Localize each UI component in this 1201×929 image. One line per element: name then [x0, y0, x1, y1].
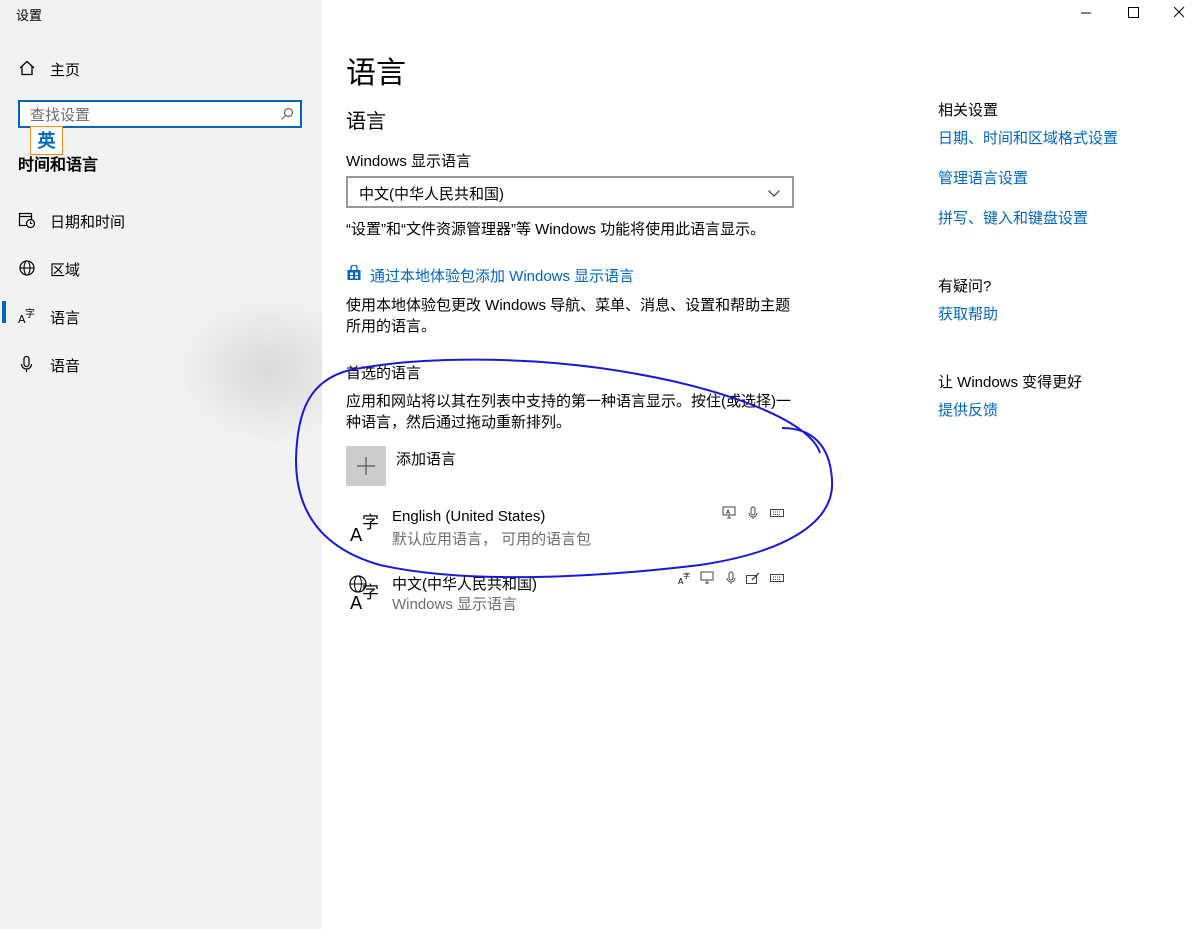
display-language-feature-icon: [700, 571, 714, 584]
svg-text:字: 字: [683, 571, 690, 580]
handwriting-feature-icon: [746, 572, 760, 584]
minimize-button[interactable]: [1064, 0, 1110, 28]
speech-feature-icon: [748, 506, 758, 519]
get-help-link[interactable]: 获取帮助: [938, 303, 998, 324]
sidebar-item-label: 主页: [50, 62, 81, 79]
close-button[interactable]: [1155, 0, 1201, 28]
active-indicator: [2, 301, 6, 323]
maximize-icon: [1128, 7, 1139, 18]
maximize-button[interactable]: [1110, 0, 1156, 28]
display-language-value: 中文(中华人民共和国): [359, 186, 504, 203]
sidebar-item-date-time[interactable]: 日期和时间: [0, 199, 322, 243]
sidebar-item-label: 语言: [50, 310, 81, 327]
sidebar-item-label: 语音: [50, 358, 81, 375]
keyboard-feature-icon: [770, 509, 784, 517]
preferred-desc-line2: 种语言，然后通过拖动重新排列。: [346, 414, 572, 431]
window-title: 设置: [16, 8, 43, 23]
keyboard-feature-icon: [770, 574, 784, 582]
store-note-line1: 使用本地体验包更改 Windows 导航、菜单、消息、设置和帮助主题: [346, 297, 791, 314]
search-input[interactable]: [28, 105, 272, 125]
add-language-pack-link[interactable]: 通过本地体验包添加 Windows 显示语言: [370, 265, 634, 286]
close-icon: [1173, 6, 1185, 18]
language-pack-feature-icon: A字: [678, 571, 690, 585]
sidebar-item-home[interactable]: 主页: [0, 47, 322, 91]
page-title: 语言: [346, 57, 406, 90]
preferred-languages-heading: 首选的语言: [346, 365, 422, 382]
related-link-date-region-format[interactable]: 日期、时间和区域格式设置: [938, 127, 1118, 148]
svg-text:字: 字: [362, 583, 379, 603]
minimize-icon: [1081, 12, 1091, 14]
add-language-button[interactable]: [346, 446, 386, 486]
search-box[interactable]: [18, 100, 302, 128]
display-language-note: “设置”和“文件资源管理器”等 Windows 功能将使用此语言显示。: [346, 221, 766, 238]
sidebar-item-label: 区域: [50, 262, 81, 279]
display-language-feature-icon: A: [722, 506, 736, 519]
sidebar-item-language[interactable]: A 字 语言: [0, 295, 322, 339]
language-globe-icon: A 字: [349, 575, 379, 611]
sidebar-item-region[interactable]: 区域: [0, 247, 322, 291]
microphone-icon: [20, 355, 33, 372]
home-icon: [19, 60, 35, 76]
related-settings-heading: 相关设置: [938, 102, 999, 119]
store-icon: [346, 264, 362, 281]
display-language-select[interactable]: 中文(中华人民共和国): [346, 176, 794, 208]
language-icon: A 字: [18, 307, 35, 325]
svg-text:字: 字: [25, 307, 35, 320]
speech-feature-icon: [726, 571, 736, 584]
question-heading: 有疑问?: [938, 278, 992, 295]
plus-icon: [357, 457, 375, 475]
related-link-manage-language[interactable]: 管理语言设置: [938, 167, 1028, 188]
feedback-heading: 让 Windows 变得更好: [938, 374, 1083, 391]
related-link-spelling-typing-keyboard[interactable]: 拼写、键入和键盘设置: [938, 207, 1088, 228]
clock-calendar-icon: [18, 212, 36, 229]
language-name: English (United States): [392, 508, 546, 525]
feedback-link[interactable]: 提供反馈: [938, 399, 998, 420]
chevron-down-icon: [768, 190, 780, 197]
search-icon[interactable]: [280, 107, 294, 121]
language-desc: Windows 显示语言: [392, 596, 518, 613]
section-subtitle: 语言: [346, 111, 386, 133]
display-language-label: Windows 显示语言: [346, 153, 472, 170]
sidebar-section-title: 时间和语言: [18, 157, 99, 174]
sidebar-item-speech[interactable]: 语音: [0, 343, 322, 387]
sidebar-item-label: 日期和时间: [50, 214, 126, 231]
language-item-english[interactable]: A 字 English (United States) 默认应用语言， 可用的语…: [346, 504, 796, 552]
store-note-line2: 所用的语言。: [346, 318, 437, 335]
globe-icon: [19, 260, 35, 276]
language-icon: A 字: [350, 513, 379, 544]
language-item-chinese[interactable]: A 字 中文(中华人民共和国) Windows 显示语言 A字: [346, 569, 796, 617]
preferred-desc-line1: 应用和网站将以其在列表中支持的第一种语言显示。按住(或选择)一: [346, 393, 791, 410]
language-desc: 默认应用语言， 可用的语言包: [392, 531, 592, 548]
add-language-label[interactable]: 添加语言: [396, 448, 456, 469]
svg-text:字: 字: [362, 513, 379, 533]
language-name: 中文(中华人民共和国): [392, 576, 537, 593]
